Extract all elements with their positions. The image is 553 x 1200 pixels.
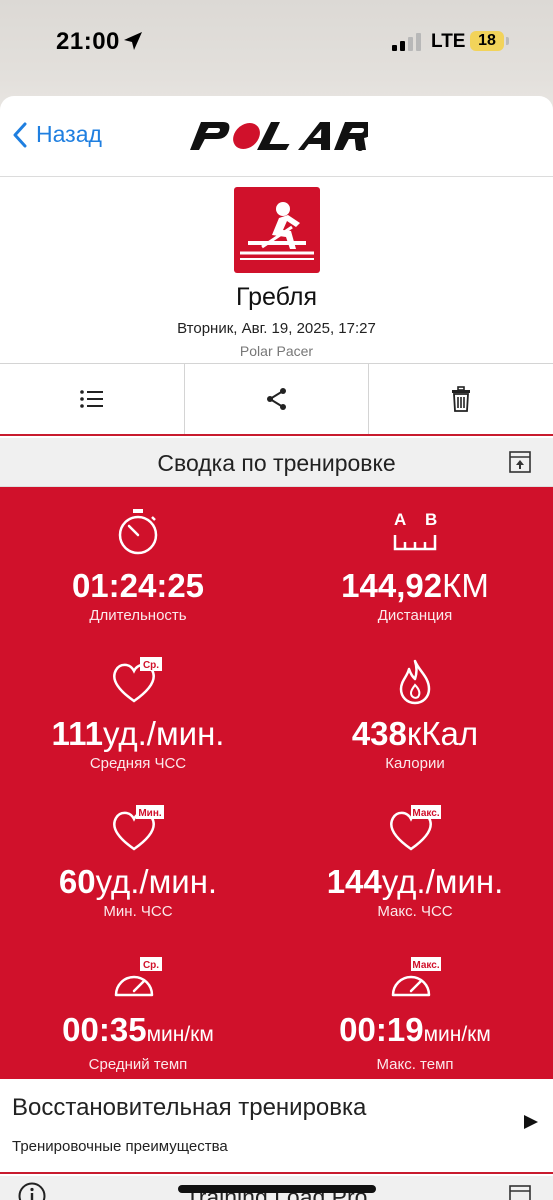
stopwatch-icon <box>118 509 158 555</box>
delete-button[interactable] <box>369 364 553 434</box>
stat-value: 60 <box>58 863 96 900</box>
pace-avg-badge: Ср. <box>143 960 159 971</box>
stat-max-hr: Макс. 144уд./мин. Макс. ЧСС <box>277 793 553 920</box>
heart-avg-icon: Ср. <box>113 657 162 703</box>
stat-avg-pace: Ср. 00:35мин/км Средний темп <box>0 941 276 1073</box>
device-name: Polar Pacer <box>239 343 314 359</box>
collapse-icon[interactable] <box>509 1185 531 1200</box>
play-arrow-icon <box>524 1115 538 1129</box>
share-icon <box>266 388 286 410</box>
action-toolbar <box>0 364 553 436</box>
stat-calories: 438кКал Калории <box>277 645 553 772</box>
pace-avg-icon: Ср. <box>114 957 162 997</box>
distance-ab-icon: A B <box>393 510 437 551</box>
stat-value: 111 <box>51 715 103 752</box>
workout-sheet: Назад Гребля Вторник, Авг. 19, 2025, 17:… <box>0 96 553 1200</box>
status-bar: 21:00 LTE 18 <box>0 0 553 80</box>
sport-name: Гребля <box>236 283 317 311</box>
battery-icon: 18 <box>470 31 504 51</box>
list-icon <box>80 390 103 408</box>
stat-unit: мин/км <box>146 1023 214 1046</box>
stat-value: 01:24:25 <box>71 567 205 604</box>
share-button[interactable] <box>185 364 370 434</box>
stat-label: Макс. ЧСС <box>377 903 453 920</box>
stat-value: 144,92 <box>341 567 443 604</box>
details-button[interactable] <box>0 364 185 434</box>
stat-unit: уд./мин. <box>95 863 218 900</box>
battery-tip <box>506 37 509 45</box>
pace-max-icon: Макс. <box>391 957 441 997</box>
stat-max-pace: Макс. 00:19мин/км Макс. темп <box>277 941 553 1073</box>
flame-icon <box>399 659 431 705</box>
stat-unit: уд./мин. <box>102 715 225 752</box>
heart-max-icon: Макс. <box>390 805 441 851</box>
stat-label: Длительность <box>89 607 187 624</box>
stat-unit: КМ <box>442 567 489 604</box>
stat-distance: A B 144,92КМ Дистанция <box>277 497 553 624</box>
nav-bar: Назад <box>0 96 553 177</box>
back-label: Назад <box>36 121 102 147</box>
location-arrow-icon <box>124 32 142 50</box>
stat-label: Калории <box>385 755 445 772</box>
summary-header[interactable]: Сводка по тренировке <box>0 438 553 487</box>
stat-min-hr: Мин. 60уд./мин. Мин. ЧСС <box>0 793 276 920</box>
training-benefit-row[interactable]: Восстановительная тренировка Тренировочн… <box>0 1080 553 1174</box>
chevron-left-icon <box>13 122 27 147</box>
stat-value: 00:35 <box>62 1011 147 1048</box>
polar-logo <box>190 122 368 151</box>
stat-unit: уд./мин. <box>381 863 504 900</box>
back-button[interactable]: Назад <box>12 121 102 148</box>
heart-min-icon: Мин. <box>113 805 164 851</box>
distance-icon-a: A <box>394 510 406 529</box>
trash-icon <box>452 386 471 412</box>
training-benefit-title: Восстановительная тренировка <box>12 1094 367 1121</box>
stat-value: 144 <box>326 863 382 900</box>
stat-unit: мин/км <box>423 1023 491 1046</box>
training-benefit-subtitle: Тренировочные преимущества <box>12 1138 228 1155</box>
stat-label: Средняя ЧСС <box>89 755 187 772</box>
stat-avg-hr: Ср. 111уд./мин. Средняя ЧСС <box>0 645 276 772</box>
stat-duration: 01:24:25 Длительность <box>0 497 276 624</box>
stat-value: 438 <box>351 715 407 752</box>
pace-max-badge: Макс. <box>412 960 439 971</box>
stat-value: 00:19 <box>339 1011 424 1048</box>
stat-label: Мин. ЧСС <box>103 903 173 920</box>
rowing-icon <box>234 187 320 273</box>
workout-datetime: Вторник, Авг. 19, 2025, 17:27 <box>177 320 376 337</box>
stat-label: Дистанция <box>377 607 453 624</box>
battery-level: 18 <box>478 32 496 49</box>
network-type: LTE <box>431 31 466 52</box>
heart-min-badge: Мин. <box>138 808 162 819</box>
stat-unit: кКал <box>406 715 479 752</box>
activity-header: Гребля Вторник, Авг. 19, 2025, 17:27 Pol… <box>0 177 553 364</box>
heart-avg-badge: Ср. <box>143 660 159 671</box>
home-indicator[interactable] <box>178 1185 376 1193</box>
collapse-icon[interactable] <box>509 451 531 473</box>
distance-icon-b: B <box>425 510 437 529</box>
signal-icon <box>392 33 421 51</box>
summary-stats: 01:24:25 Длительность A B 144,92КМ Диста… <box>0 487 553 1079</box>
heart-max-badge: Макс. <box>412 808 439 819</box>
stat-label: Средний темп <box>88 1056 188 1073</box>
status-time: 21:00 <box>56 28 120 55</box>
summary-title: Сводка по тренировке <box>157 450 396 476</box>
stat-label: Макс. темп <box>376 1056 454 1073</box>
